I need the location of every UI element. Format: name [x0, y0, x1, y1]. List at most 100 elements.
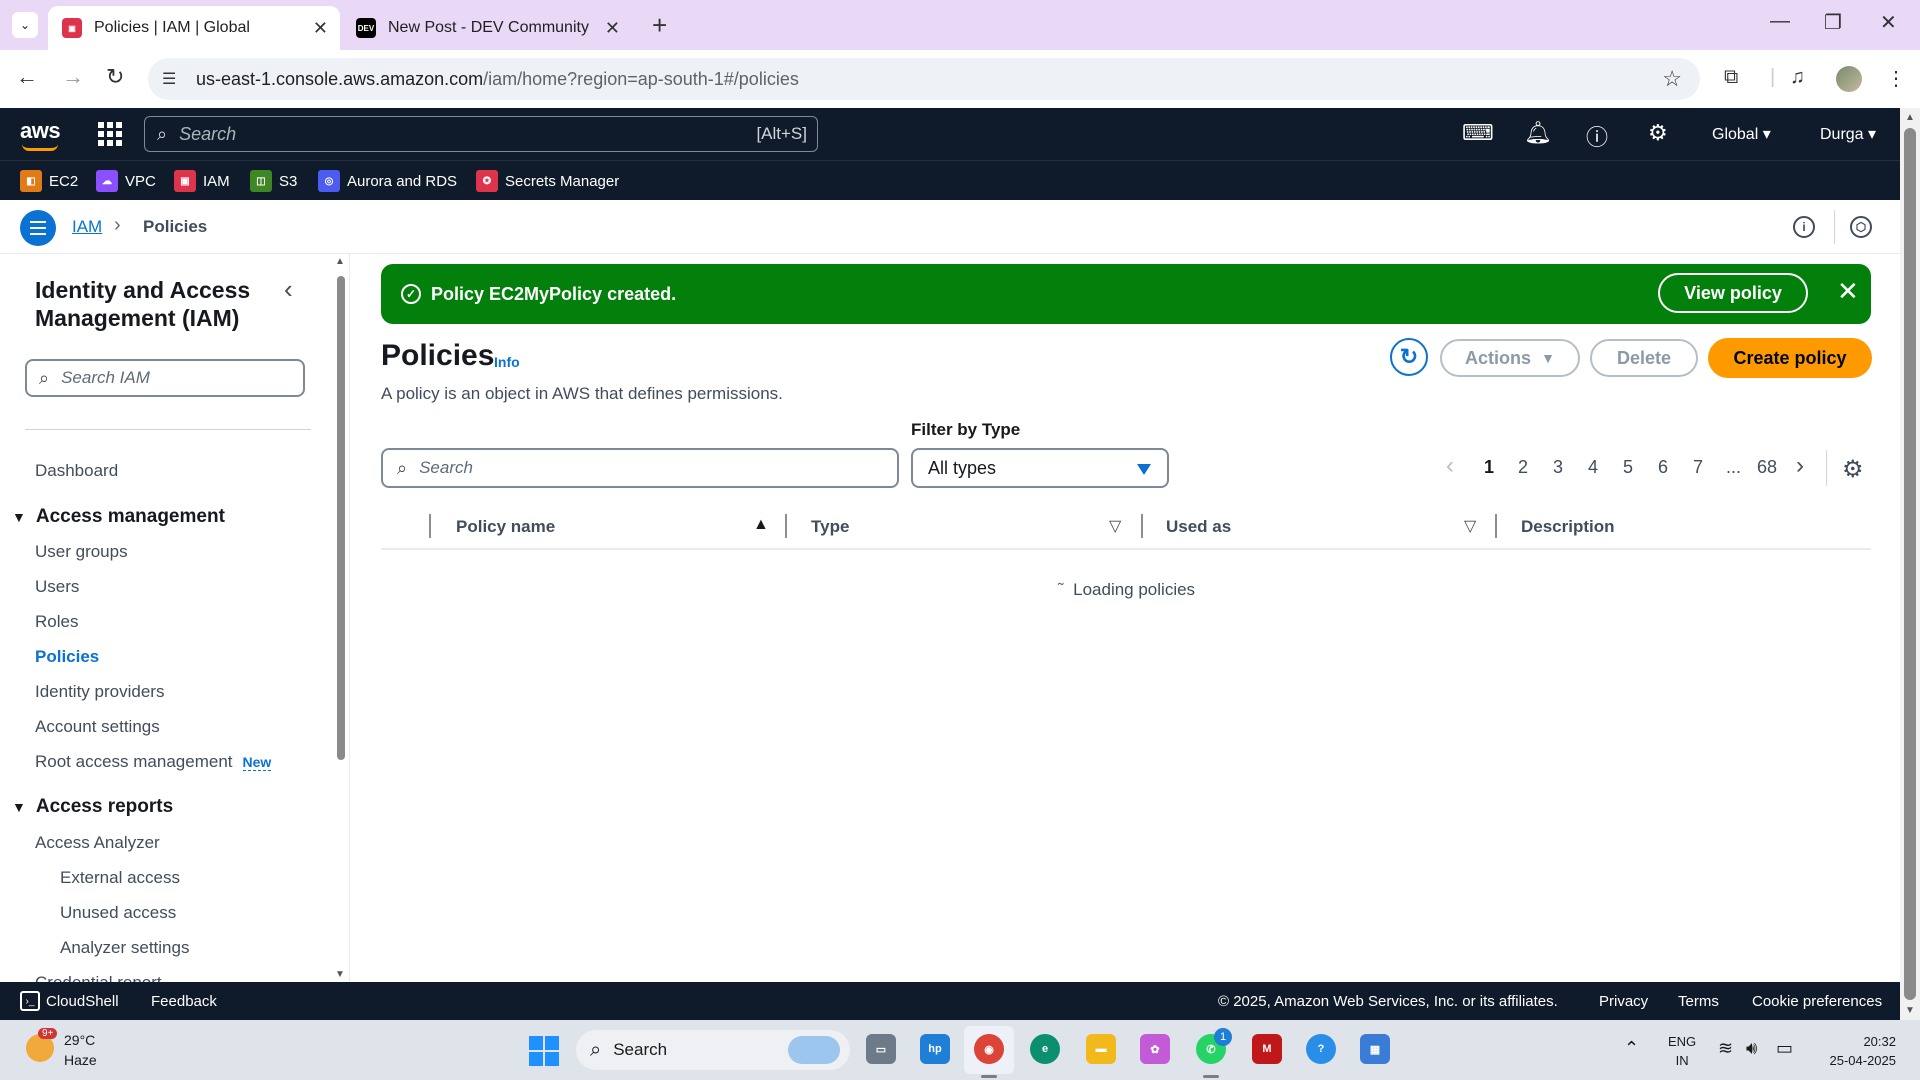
- site-info-icon[interactable]: ☰: [162, 69, 182, 89]
- close-tab-icon[interactable]: ✕: [313, 18, 328, 39]
- policy-search-input[interactable]: ⌕ Search: [381, 448, 899, 488]
- section-access-reports[interactable]: ▼ Access reports: [12, 796, 173, 818]
- next-page-icon[interactable]: ›: [1796, 452, 1804, 480]
- extensions-icon[interactable]: ⧉: [1724, 66, 1738, 89]
- table-preferences-gear-icon[interactable]: ⚙: [1842, 455, 1864, 484]
- copilot-icon[interactable]: ✿: [1140, 1034, 1170, 1064]
- sidebar-item-access-analyzer[interactable]: Access Analyzer: [35, 833, 160, 853]
- sort-ascending-icon[interactable]: ▲: [753, 516, 769, 534]
- privacy-link[interactable]: Privacy: [1599, 993, 1648, 1010]
- previous-page-icon[interactable]: ‹: [1446, 452, 1454, 480]
- forward-icon[interactable]: →: [62, 64, 84, 90]
- close-window-icon[interactable]: ✕: [1880, 10, 1897, 35]
- reload-icon[interactable]: ↻: [106, 64, 124, 90]
- terms-link[interactable]: Terms: [1678, 993, 1719, 1010]
- favorite-vpc[interactable]: ☁ VPC: [96, 170, 156, 192]
- task-view-icon[interactable]: ▭: [866, 1034, 896, 1064]
- view-policy-button[interactable]: View policy: [1658, 273, 1808, 313]
- cloudshell-icon[interactable]: ⌨: [1462, 120, 1494, 146]
- scroll-up-icon[interactable]: ▲: [1905, 112, 1915, 123]
- sidebar-item-user-groups[interactable]: User groups: [35, 542, 128, 562]
- column-policy-name[interactable]: Policy name: [456, 517, 555, 537]
- page-1[interactable]: 1: [1484, 457, 1494, 478]
- favorite-s3[interactable]: ◫ S3: [250, 170, 297, 192]
- start-windows-icon[interactable]: [529, 1036, 559, 1066]
- favorite-secrets-manager[interactable]: ✪ Secrets Manager: [476, 170, 619, 192]
- show-hidden-icons-chevron-icon[interactable]: ⌃: [1624, 1038, 1639, 1059]
- scroll-down-icon[interactable]: ▼: [1905, 1005, 1915, 1016]
- sidebar-item-root-access-management[interactable]: Root access management New: [35, 752, 272, 772]
- help-icon[interactable]: ⓘ: [1586, 120, 1608, 152]
- actions-button[interactable]: Actions ▼: [1440, 339, 1580, 377]
- sidebar-item-credential-report[interactable]: Credential report: [35, 973, 162, 982]
- sidebar-item-external-access[interactable]: External access: [60, 868, 180, 888]
- weather-description[interactable]: Haze: [64, 1052, 97, 1068]
- sort-unsorted-icon[interactable]: ▽: [1464, 516, 1476, 536]
- page-2[interactable]: 2: [1518, 457, 1528, 478]
- dismiss-flash-icon[interactable]: ✕: [1837, 276, 1859, 307]
- tab-search-icon[interactable]: ⌄: [12, 12, 38, 38]
- column-type[interactable]: Type: [811, 517, 849, 537]
- sidebar-item-identity-providers[interactable]: Identity providers: [35, 682, 164, 702]
- info-panel-icon[interactable]: i: [1793, 216, 1815, 238]
- language-indicator[interactable]: ENG IN: [1668, 1032, 1696, 1070]
- sidebar-item-account-settings[interactable]: Account settings: [35, 717, 160, 737]
- sidebar-item-policies[interactable]: Policies: [35, 647, 99, 667]
- side-nav-toggle-icon[interactable]: [20, 210, 56, 246]
- column-description[interactable]: Description: [1521, 517, 1615, 537]
- sidebar-item-roles[interactable]: Roles: [35, 612, 78, 632]
- page-3[interactable]: 3: [1553, 457, 1563, 478]
- system-clock[interactable]: 20:32 25-04-2025: [1810, 1032, 1897, 1070]
- breadcrumb-iam-link[interactable]: IAM: [72, 217, 102, 237]
- aws-search-input[interactable]: ⌕ Search [Alt+S]: [144, 116, 818, 152]
- feedback-link[interactable]: Feedback: [151, 993, 217, 1010]
- scroll-down-icon[interactable]: ▼: [335, 969, 345, 980]
- sort-unsorted-icon[interactable]: ▽: [1109, 516, 1121, 536]
- collapse-sidebar-icon[interactable]: ‹: [284, 274, 293, 305]
- sidebar-scroll-thumb[interactable]: [337, 276, 345, 760]
- microsoft-store-icon[interactable]: ▦: [1360, 1034, 1390, 1064]
- tab-iam-policies[interactable]: ▣ Policies | IAM | Global ✕: [48, 6, 340, 50]
- file-explorer-icon[interactable]: ▬: [1086, 1034, 1116, 1064]
- page-6[interactable]: 6: [1658, 457, 1668, 478]
- refresh-button[interactable]: ↻: [1390, 338, 1428, 376]
- new-tab-icon[interactable]: +: [652, 10, 667, 41]
- close-tab-icon[interactable]: ✕: [605, 18, 620, 39]
- restore-icon[interactable]: ❐: [1824, 10, 1842, 35]
- cookie-preferences-link[interactable]: Cookie preferences: [1752, 993, 1882, 1010]
- delete-button[interactable]: Delete: [1590, 339, 1698, 377]
- settings-gear-icon[interactable]: ⚙: [1648, 120, 1668, 146]
- url-bar[interactable]: ☰ us-east-1.console.aws.amazon.com/iam/h…: [148, 58, 1700, 100]
- chrome-icon[interactable]: ◉: [974, 1034, 1004, 1064]
- sidebar-item-unused-access[interactable]: Unused access: [60, 903, 176, 923]
- page-5[interactable]: 5: [1623, 457, 1633, 478]
- services-menu-icon[interactable]: [98, 122, 122, 146]
- page-scrollbar[interactable]: ▲ ▼: [1900, 108, 1920, 1020]
- sidebar-item-dashboard[interactable]: Dashboard: [35, 461, 118, 481]
- cloudshell-link[interactable]: CloudShell: [46, 993, 119, 1010]
- create-policy-button[interactable]: Create policy: [1708, 338, 1872, 378]
- media-control-icon[interactable]: ♫: [1790, 66, 1805, 89]
- column-used-as[interactable]: Used as: [1166, 517, 1231, 537]
- volume-icon[interactable]: 🔊︎: [1746, 1038, 1757, 1059]
- search-iam-input[interactable]: ⌕ Search IAM: [25, 359, 305, 397]
- sidebar-item-analyzer-settings[interactable]: Analyzer settings: [60, 938, 189, 958]
- sidebar-item-users[interactable]: Users: [35, 577, 79, 597]
- page-scroll-thumb[interactable]: [1904, 128, 1916, 1000]
- browser-menu-icon[interactable]: ⋮: [1886, 66, 1906, 91]
- notifications-bell-icon[interactable]: 🔔︎: [1524, 120, 1552, 146]
- account-menu[interactable]: Durga ▾: [1820, 124, 1876, 144]
- page-68[interactable]: 68: [1757, 457, 1777, 478]
- help-app-icon[interactable]: ?: [1306, 1034, 1336, 1064]
- battery-icon[interactable]: ▭: [1776, 1038, 1793, 1059]
- myhp-icon[interactable]: hp: [920, 1034, 950, 1064]
- region-selector[interactable]: Global ▾: [1712, 124, 1771, 144]
- taskbar-search[interactable]: ⌕ Search: [576, 1030, 850, 1070]
- cloudshell-icon[interactable]: ›_: [20, 991, 40, 1011]
- security-shield-icon[interactable]: ⬡: [1850, 216, 1872, 238]
- tab-dev-community[interactable]: DEV New Post - DEV Community ✕: [342, 6, 632, 50]
- minimize-icon[interactable]: —: [1770, 10, 1790, 33]
- aws-logo[interactable]: aws: [20, 118, 61, 151]
- info-link[interactable]: Info: [494, 354, 520, 370]
- weather-temperature[interactable]: 29°C: [64, 1032, 95, 1048]
